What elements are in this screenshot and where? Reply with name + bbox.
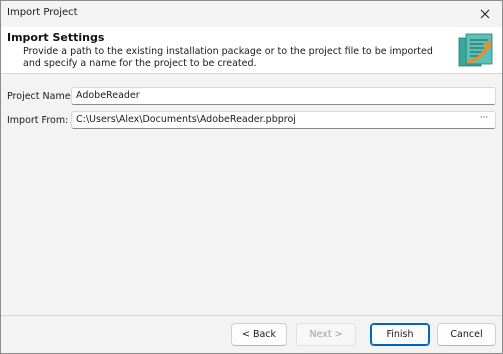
header-title: Import Settings: [7, 31, 105, 44]
import-from-value: C:\Users\Alex\Documents\AdobeReader.pbpr…: [76, 114, 296, 125]
close-button[interactable]: [468, 1, 502, 27]
import-from-input[interactable]: C:\Users\Alex\Documents\AdobeReader.pbpr…: [71, 111, 496, 129]
back-button[interactable]: < Back: [231, 323, 287, 346]
project-name-input[interactable]: AdobeReader: [71, 87, 496, 105]
header-description: Provide a path to the existing installat…: [23, 46, 433, 69]
header-panel: Import Settings Provide a path to the ex…: [1, 27, 502, 74]
import-wizard-icon: [458, 33, 493, 67]
project-name-label: Project Name:: [7, 91, 74, 102]
form-area: Project Name: AdobeReader Import From: C…: [1, 75, 502, 317]
title-bar: Import Project: [1, 1, 502, 27]
browse-button[interactable]: ···: [476, 113, 492, 127]
import-project-dialog: Import Project Import Settings Provide a…: [0, 0, 503, 354]
button-bar: < Back Next > Finish Cancel: [1, 315, 502, 353]
next-button[interactable]: Next >: [296, 323, 356, 346]
cancel-button[interactable]: Cancel: [437, 323, 496, 346]
window-title: Import Project: [7, 7, 78, 18]
import-from-label: Import From:: [7, 115, 69, 126]
close-icon: [480, 9, 490, 19]
finish-button[interactable]: Finish: [370, 323, 430, 346]
